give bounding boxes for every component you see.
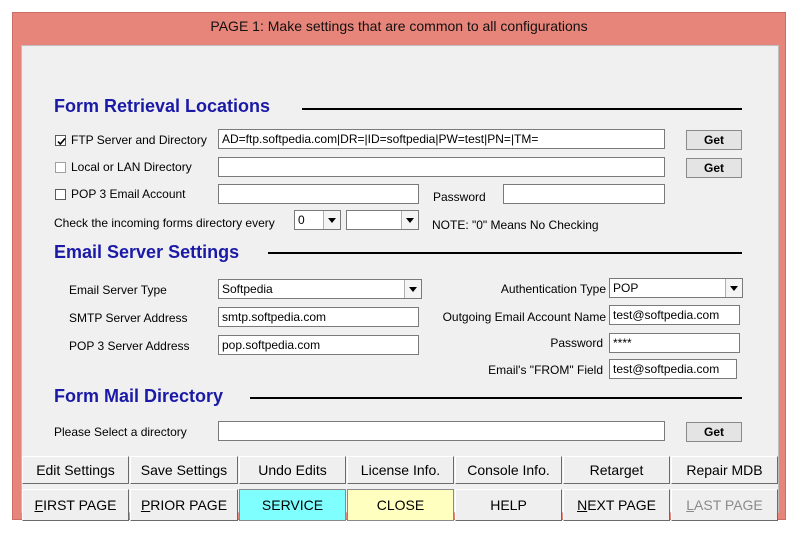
ftp-input[interactable]: AD=ftp.softpedia.com|DR=|ID=softpedia|PW… [218, 129, 665, 149]
server-type-value: Softpedia [222, 282, 273, 296]
mail-dir-heading: Form Mail Directory [54, 386, 224, 406]
lan-input[interactable] [218, 157, 665, 177]
window-frame: PAGE 1: Make settings that are common to… [12, 12, 786, 521]
from-input[interactable]: test@softpedia.com [609, 359, 737, 379]
undo-edits-button[interactable]: Undo Edits [239, 456, 346, 484]
mail-dir-rule [250, 397, 742, 399]
help-button[interactable]: HELP [455, 489, 562, 521]
save-settings-button[interactable]: Save Settings [130, 456, 238, 484]
prior-page-button[interactable]: PRIOR PAGE [130, 489, 238, 521]
email-rule [268, 252, 742, 254]
smtp-password-input[interactable]: **** [609, 333, 740, 353]
mail-dir-get-button[interactable]: Get [686, 422, 742, 442]
edit-settings-button[interactable]: Edit Settings [22, 456, 129, 484]
outgoing-input[interactable]: test@softpedia.com [609, 305, 740, 325]
auth-type-label: Authentication Type [500, 282, 606, 296]
license-info-button[interactable]: License Info. [347, 456, 454, 484]
pop3-password-label: Password [433, 190, 486, 204]
auth-type-select[interactable]: POP [609, 278, 743, 298]
retrieval-heading: Form Retrieval Locations [54, 96, 271, 116]
mail-dir-input[interactable] [218, 421, 665, 441]
ftp-label: FTP Server and Directory [71, 133, 207, 147]
auth-type-value: POP [613, 281, 639, 295]
pop3-checkbox[interactable] [55, 189, 66, 200]
repair-mdb-button[interactable]: Repair MDB [671, 456, 778, 484]
service-button[interactable]: SERVICE [239, 489, 346, 521]
chevron-down-icon[interactable] [725, 279, 742, 297]
pop3-password-input[interactable] [503, 184, 665, 204]
retrieval-rule [302, 108, 742, 110]
close-button[interactable]: CLOSE [347, 489, 454, 521]
pop3-label: POP 3 Email Account [71, 187, 186, 201]
first-page-button[interactable]: FIRST PAGE [22, 489, 129, 521]
interval-select[interactable]: 0 [294, 210, 341, 230]
smtp-password-label: Password [550, 336, 603, 350]
outgoing-label: Outgoing Email Account Name [442, 310, 606, 324]
email-heading: Email Server Settings [54, 242, 240, 262]
window-title: PAGE 1: Make settings that are common to… [210, 18, 588, 34]
check-note: NOTE: "0" Means No Checking [432, 218, 599, 232]
chevron-down-icon[interactable] [401, 211, 418, 229]
settings-panel: Form Retrieval Locations FTP Server and … [21, 45, 779, 521]
console-info-button[interactable]: Console Info. [455, 456, 562, 484]
lan-checkbox[interactable] [55, 162, 66, 173]
check-interval-label: Check the incoming forms directory every [54, 216, 275, 230]
retarget-button[interactable]: Retarget [563, 456, 670, 484]
pop3-server-input[interactable]: pop.softpedia.com [218, 335, 419, 355]
pop3-account-input[interactable] [218, 184, 419, 204]
interval-unit-select[interactable] [346, 210, 419, 230]
from-label: Email's "FROM" Field [488, 363, 603, 377]
lan-label: Local or LAN Directory [71, 160, 192, 174]
lan-get-button[interactable]: Get [686, 158, 742, 178]
last-page-button[interactable]: LAST PAGE [671, 489, 778, 521]
server-type-label: Email Server Type [69, 283, 167, 297]
next-page-button[interactable]: NEXT PAGE [563, 489, 670, 521]
chevron-down-icon[interactable] [323, 211, 340, 229]
smtp-input[interactable]: smtp.softpedia.com [218, 307, 419, 327]
ftp-get-button[interactable]: Get [686, 130, 742, 150]
check-icon [57, 137, 66, 146]
chevron-down-icon[interactable] [404, 280, 421, 298]
ftp-checkbox[interactable] [55, 135, 66, 146]
smtp-label: SMTP Server Address [69, 311, 188, 325]
interval-value: 0 [298, 213, 305, 227]
pop3-server-label: POP 3 Server Address [69, 339, 190, 353]
mail-dir-label: Please Select a directory [54, 425, 187, 439]
server-type-select[interactable]: Softpedia [218, 279, 422, 299]
